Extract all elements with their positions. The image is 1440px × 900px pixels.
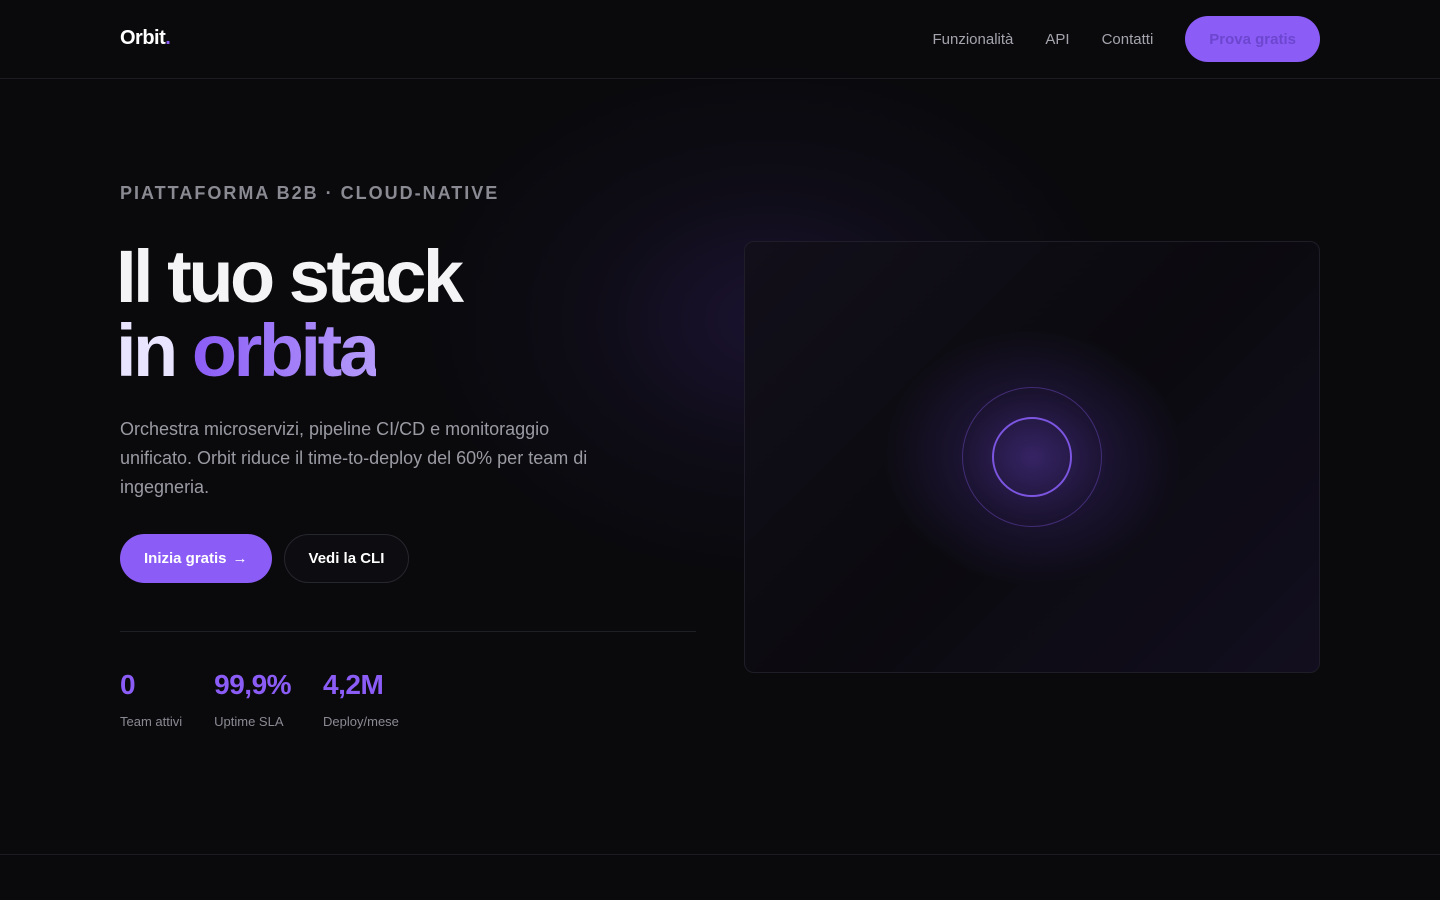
logo-text: Orbit [120, 27, 166, 49]
hero-buttons: Inizia gratis → Vedi la CLI [120, 534, 410, 583]
orbit-inner-ring-icon [992, 417, 1072, 497]
hero-lead: Orchestra microservizi, pipeline CI/CD e… [120, 419, 588, 497]
try-free-button[interactable]: Prova gratis [1185, 16, 1320, 62]
arrow-right-icon: → [232, 550, 248, 567]
main-nav: Funzionalità API Contatti Prova gratis [933, 16, 1320, 62]
stat-value-deploys: 4,2M [323, 669, 384, 700]
stat-label-uptime: Uptime SLA [214, 714, 284, 729]
start-free-button[interactable]: Inizia gratis → [120, 534, 272, 583]
nav-link-contatti[interactable]: Contatti [1102, 31, 1154, 48]
stat-value-uptime: 99,9% [214, 669, 292, 700]
headline-line-2-prefix: in [116, 309, 192, 392]
site-header: Orbit. Funzionalità API Contatti Prova g… [0, 0, 1440, 79]
headline-line-1: Il tuo stack [116, 235, 464, 318]
logo-dot: . [165, 27, 171, 49]
logo[interactable]: Orbit. [120, 27, 171, 50]
section-divider [0, 854, 1440, 855]
start-free-label: Inizia gratis [144, 550, 227, 567]
hero-headline: Il tuo stack in orbita [116, 235, 464, 388]
stats-row: 0 Team attivi 99,9% Uptime SLA 4,2M Depl… [120, 668, 399, 729]
nav-link-api[interactable]: API [1045, 31, 1069, 48]
hero-eyebrow: PIATTAFORMA B2B · CLOUD-NATIVE [120, 183, 500, 203]
stat-value-teams: 0 [120, 669, 136, 700]
hero-visual-card [744, 241, 1320, 673]
nav-link-funzionalita[interactable]: Funzionalità [933, 31, 1014, 48]
stat-label-deploys: Deploy/mese [323, 714, 399, 729]
stat-item: 4,2M Deploy/mese [323, 668, 399, 729]
view-cli-button[interactable]: Vedi la CLI [283, 534, 410, 583]
stat-item: 0 Team attivi [120, 668, 182, 729]
stats-divider [120, 631, 696, 632]
stat-item: 99,9% Uptime SLA [214, 668, 291, 729]
stat-label-teams: Team attivi [120, 714, 183, 729]
headline-line-2-highlight: orbita [191, 309, 380, 392]
